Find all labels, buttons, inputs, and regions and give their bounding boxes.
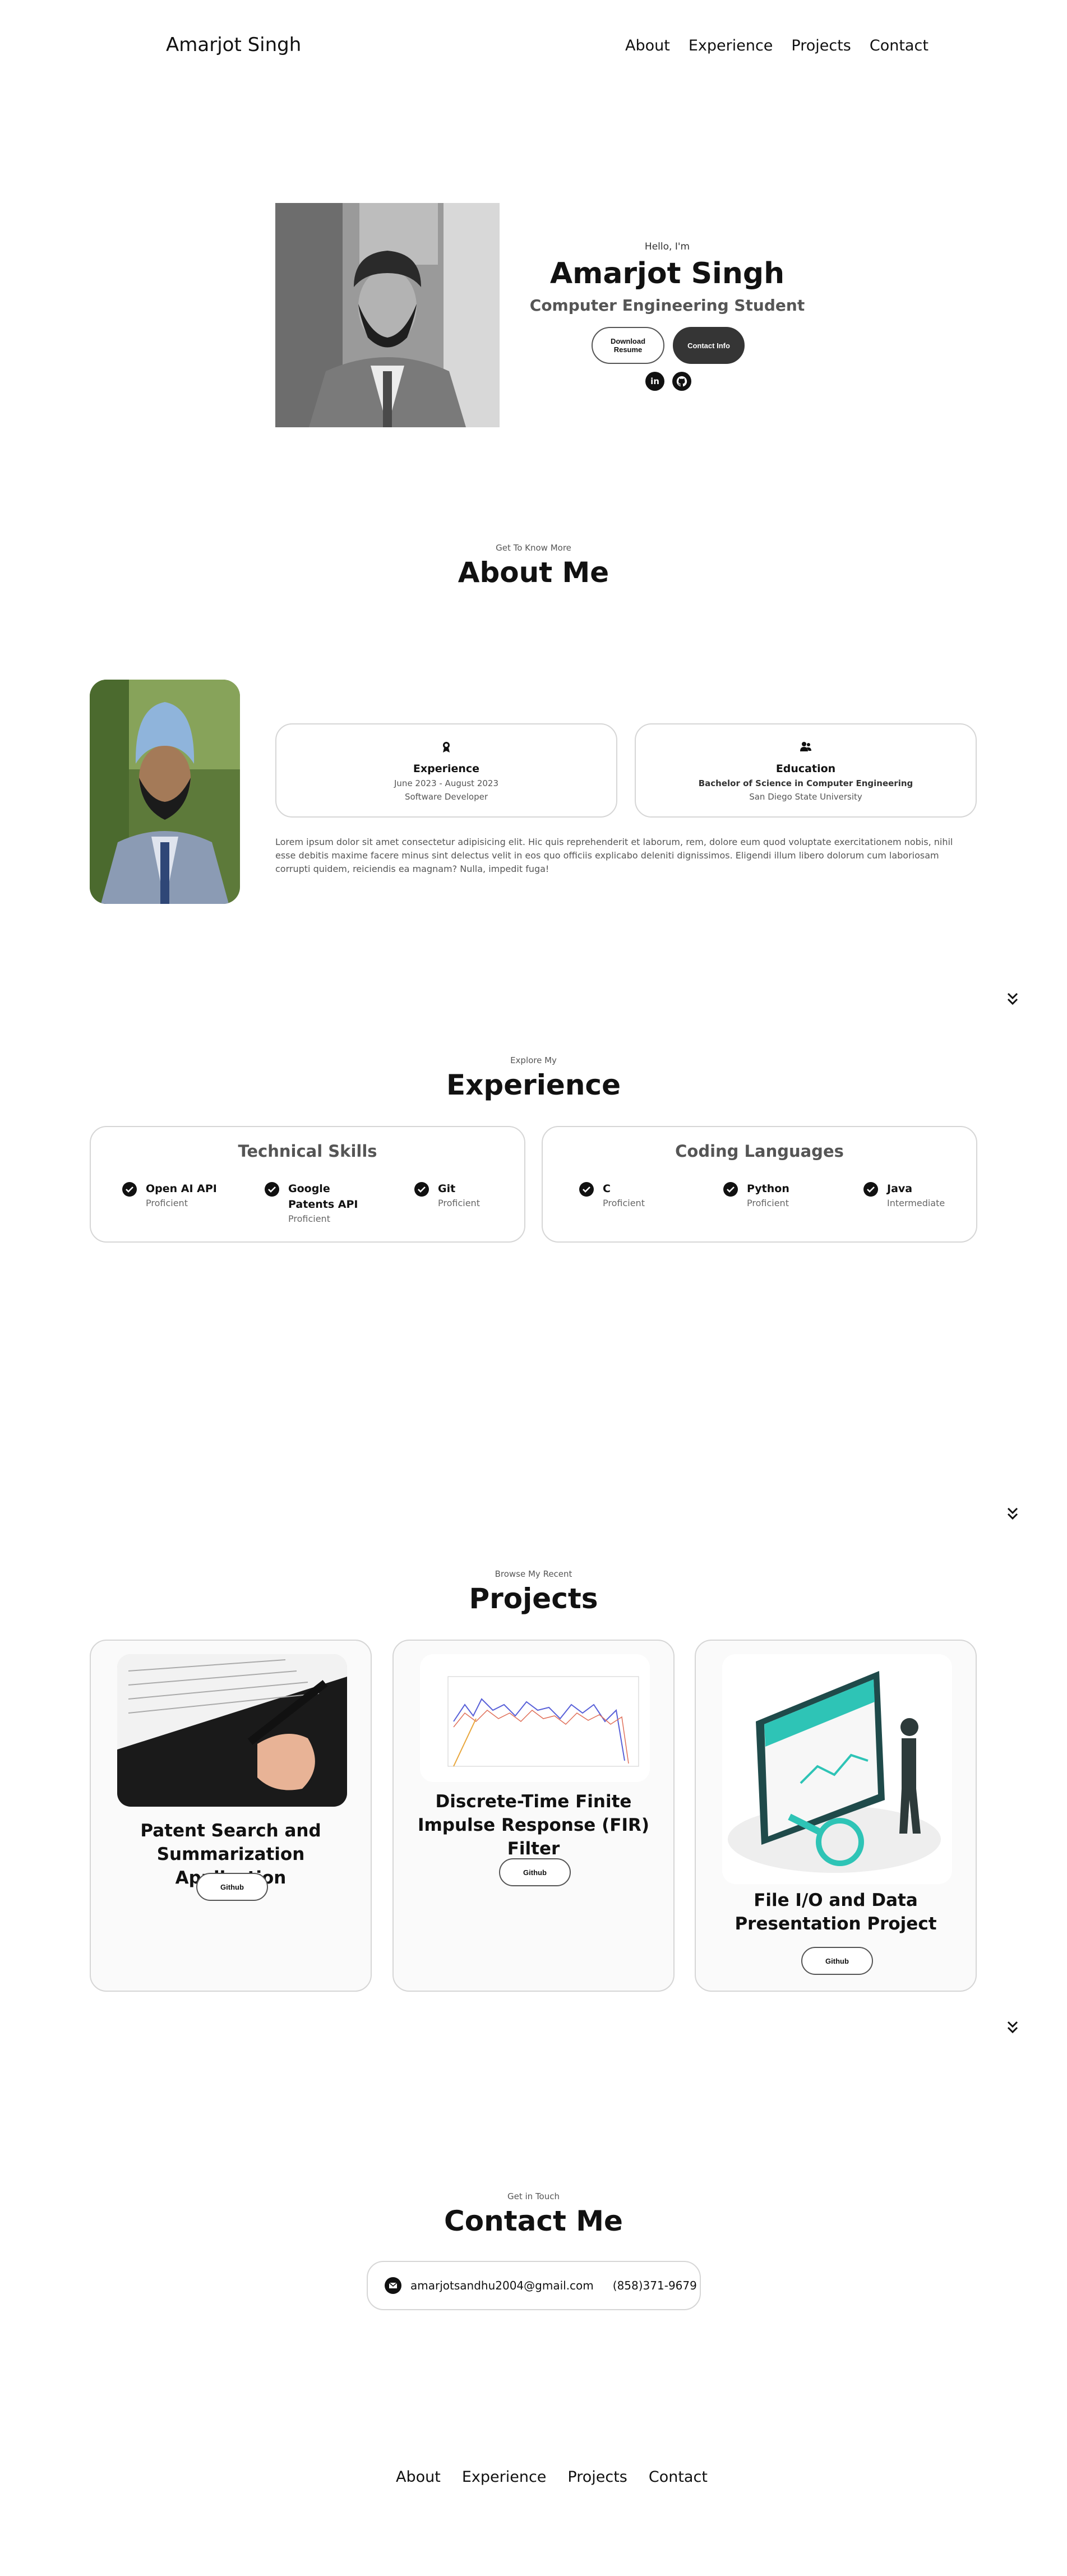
projects-kicker: Browse My Recent [495,1569,572,1579]
education-card-degree: Bachelor of Science in Computer Engineer… [698,778,913,788]
project-title: File I/O and Data Presentation Project [735,1890,937,1934]
hero-title: Computer Engineering Student [529,296,805,315]
experience-card-title: Experience [413,763,480,775]
education-card: Education Bachelor of Science in Compute… [635,723,977,818]
email-icon [385,2277,401,2294]
skill-level: Proficient [438,1198,480,1208]
contact-kicker: Get in Touch [507,2191,560,2201]
experience-card: Experience June 2023 - August 2023 Softw… [275,723,617,818]
github-button[interactable]: Github [499,1858,571,1886]
footer-contact-link[interactable]: Contact [649,2468,708,2486]
project-title: Discrete-Time Finite Impulse Response (F… [417,1792,650,1859]
language-level: Proficient [747,1198,789,1208]
technical-skills-title: Technical Skills [238,1142,377,1161]
project-image [420,1654,650,1782]
skill-level: Proficient [288,1213,330,1224]
skill-level: Proficient [146,1198,188,1208]
hero-greeting: Hello, I'm [644,241,690,252]
nav-experience-link[interactable]: Experience [689,37,773,54]
language-name: Python [747,1183,789,1195]
contact-title: Contact Me [444,2205,623,2237]
checkmark-icon [414,1182,429,1197]
footer-projects-link[interactable]: Projects [567,2468,627,2486]
footer-nav: About Experience Projects Contact [396,2468,708,2486]
technical-skills-card: Technical Skills Open AI API Proficient … [90,1126,525,1243]
about-photo [90,680,240,904]
project-card: Discrete-Time Finite Impulse Response (F… [392,1640,675,1992]
phone-number: (858)371-9679 [612,2279,697,2292]
experience-card-dates: June 2023 - August 2023 [394,778,498,788]
projects-title: Projects [469,1582,598,1615]
github-button[interactable]: Github [801,1947,873,1975]
checkmark-icon [265,1182,279,1197]
contact-info-button[interactable]: Contact Info [673,327,745,364]
github-button[interactable]: Github [196,1873,268,1901]
experience-card-role: Software Developer [404,792,488,802]
linkedin-icon[interactable]: in [645,372,664,391]
skill-name: Google Patents API [288,1183,358,1211]
education-icon [800,742,811,751]
nav-contact-link[interactable]: Contact [870,37,929,54]
site-logo[interactable]: Amarjot Singh [166,34,301,56]
project-card: Patent Search and Summarization Applicat… [90,1640,372,1992]
skill-name: Open AI API [146,1183,217,1195]
project-image [722,1654,952,1884]
checkmark-icon [579,1182,594,1197]
coding-languages-title: Coding Languages [675,1142,844,1161]
email-link[interactable]: amarjotsandhu2004@gmail.com [410,2279,594,2292]
about-title: About Me [458,556,609,589]
coding-languages-card: Coding Languages C Proficient Python Pro… [542,1126,977,1243]
scroll-down-arrow-icon[interactable] [1005,2020,1020,2035]
nav-about-link[interactable]: About [625,37,670,54]
scroll-down-arrow-icon[interactable] [1005,991,1020,1007]
profile-photo [275,203,500,427]
checkmark-icon [863,1182,878,1197]
project-image [117,1654,347,1807]
checkmark-icon [723,1182,738,1197]
github-icon[interactable] [672,372,691,391]
about-kicker: Get To Know More [496,543,571,553]
education-card-title: Education [775,763,836,775]
contact-info-box: amarjotsandhu2004@gmail.com (858)371-967… [367,2261,701,2310]
scroll-down-arrow-icon[interactable] [1005,1506,1020,1522]
language-level: Intermediate [887,1198,945,1208]
download-resume-button[interactable]: Download Resume [592,327,664,364]
skill-name: Git [438,1183,456,1195]
language-name: Java [887,1183,913,1195]
project-card: File I/O and Data Presentation Project G… [695,1640,977,1992]
education-card-school: San Diego State University [749,792,862,802]
hero-name: Amarjot Singh [549,257,785,290]
language-level: Proficient [603,1198,645,1208]
award-icon [443,742,450,753]
footer-about-link[interactable]: About [396,2468,441,2486]
footer-experience-link[interactable]: Experience [462,2468,547,2486]
nav-projects-link[interactable]: Projects [791,37,851,54]
checkmark-icon [122,1182,137,1197]
experience-title: Experience [446,1069,621,1101]
experience-kicker: Explore My [510,1055,557,1065]
top-nav: About Experience Projects Contact [625,37,929,54]
language-name: C [603,1183,611,1195]
about-bio: Lorem ipsum dolor sit amet consectetur a… [275,837,953,874]
